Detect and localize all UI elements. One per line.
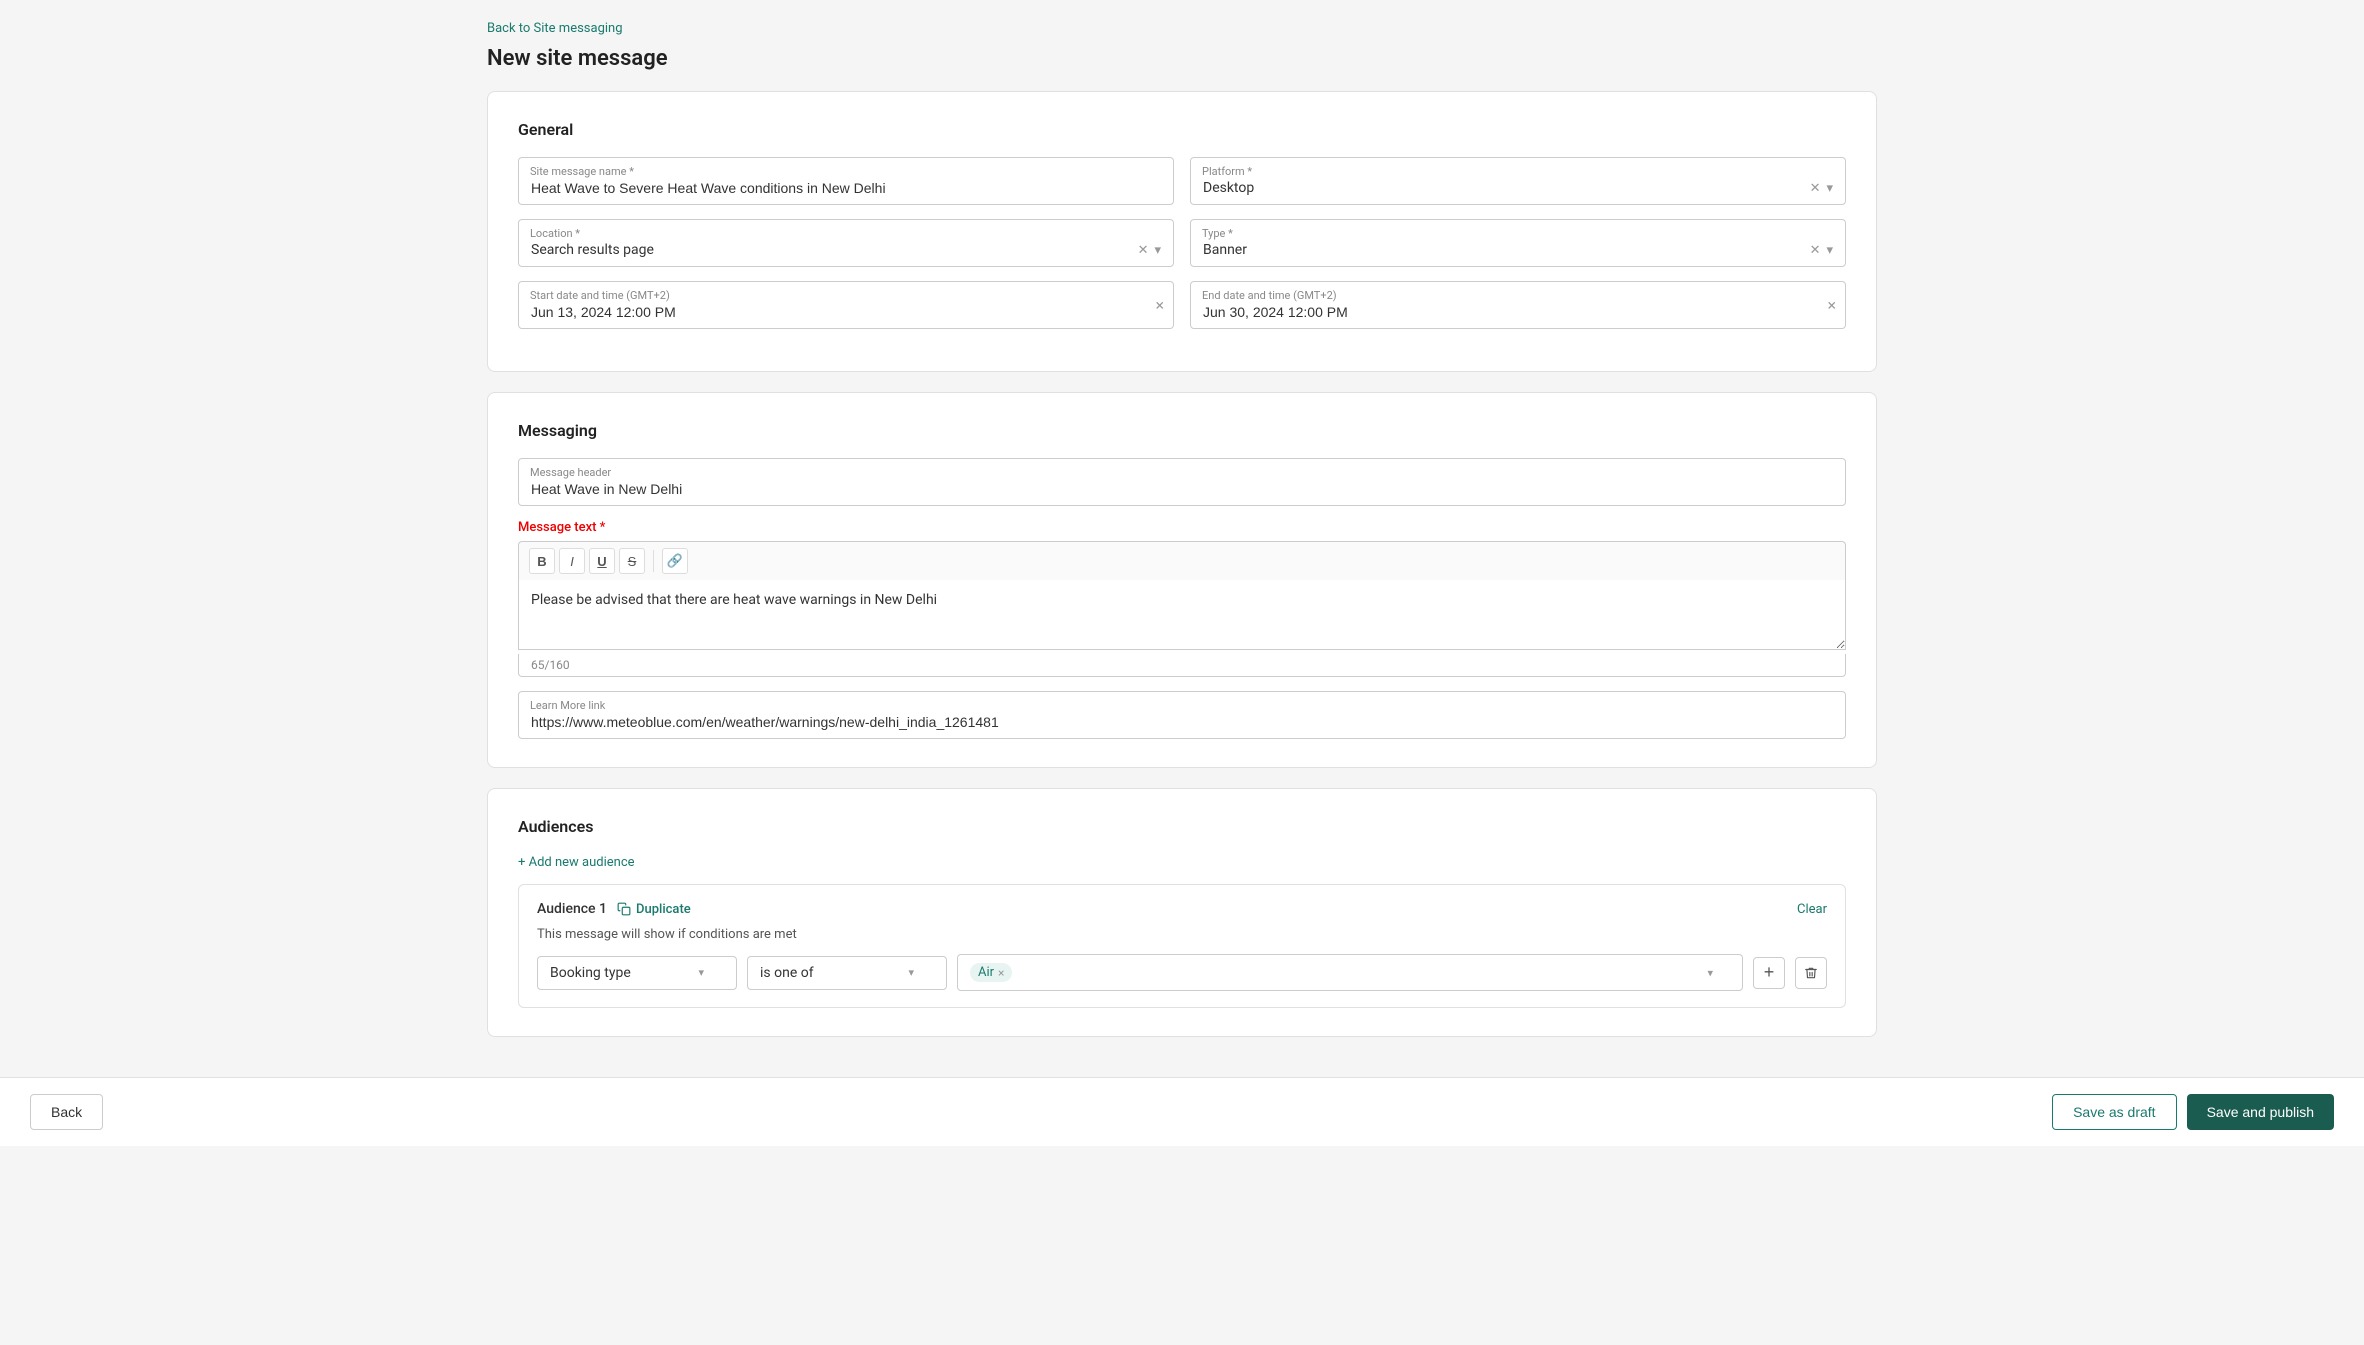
- condition-value-chevron-icon: ▾: [1707, 966, 1713, 979]
- condition-row: Booking type ▾ is one of ▾ Air: [537, 954, 1827, 991]
- add-condition-button[interactable]: +: [1753, 957, 1785, 989]
- audiences-section-title: Audiences: [518, 817, 1846, 836]
- message-text-input[interactable]: Please be advised that there are heat wa…: [518, 580, 1846, 650]
- end-date-clear-icon[interactable]: ×: [1827, 296, 1836, 315]
- booking-type-select[interactable]: Booking type ▾: [537, 956, 737, 990]
- back-to-site-messaging-link[interactable]: Back to Site messaging: [487, 21, 623, 36]
- save-draft-button[interactable]: Save as draft: [2052, 1094, 2177, 1130]
- operator-select[interactable]: is one of ▾: [747, 956, 947, 990]
- end-date-input[interactable]: [1190, 281, 1846, 329]
- location-value: Search results page: [531, 242, 1138, 258]
- location-field: Location * Search results page ✕ ▾: [518, 219, 1174, 267]
- type-select[interactable]: Banner ✕ ▾: [1190, 219, 1846, 267]
- site-message-name-input[interactable]: [518, 157, 1174, 205]
- toolbar-divider: [653, 550, 654, 572]
- location-chevron-icon[interactable]: ▾: [1154, 243, 1161, 258]
- booking-type-chevron-icon: ▾: [690, 966, 704, 979]
- message-header-input[interactable]: [518, 458, 1846, 506]
- audience-1-title: Audience 1: [537, 901, 607, 917]
- italic-button[interactable]: I: [559, 548, 585, 574]
- messaging-section-title: Messaging: [518, 421, 1846, 440]
- delete-condition-button[interactable]: [1795, 957, 1827, 989]
- link-button[interactable]: 🔗: [662, 548, 688, 574]
- platform-value: Desktop: [1203, 180, 1810, 196]
- type-clear-icon[interactable]: ✕: [1810, 243, 1821, 258]
- location-select[interactable]: Search results page ✕ ▾: [518, 219, 1174, 267]
- rich-text-toolbar: B I U S 🔗: [518, 541, 1846, 580]
- trash-icon: [1804, 966, 1818, 980]
- start-date-clear-icon[interactable]: ×: [1155, 296, 1164, 315]
- condition-value-select[interactable]: Air ×: [957, 954, 1743, 991]
- platform-select[interactable]: Desktop ✕ ▾: [1190, 157, 1846, 205]
- message-text-label: Message text *: [518, 520, 1846, 535]
- booking-type-label: Booking type: [550, 965, 631, 981]
- type-chevron-icon[interactable]: ▾: [1826, 243, 1833, 258]
- learn-more-input[interactable]: [518, 691, 1846, 739]
- back-button[interactable]: Back: [30, 1094, 103, 1130]
- general-section-title: General: [518, 120, 1846, 139]
- end-date-field: End date and time (GMT+2) ×: [1190, 281, 1846, 329]
- save-publish-button[interactable]: Save and publish: [2187, 1094, 2334, 1130]
- page-title: New site message: [487, 46, 1877, 71]
- strikethrough-button[interactable]: S: [619, 548, 645, 574]
- start-date-input[interactable]: [518, 281, 1174, 329]
- operator-label: is one of: [760, 965, 814, 981]
- location-clear-icon[interactable]: ✕: [1138, 243, 1149, 258]
- air-tag: Air ×: [970, 963, 1012, 982]
- air-tag-remove[interactable]: ×: [998, 966, 1004, 980]
- duplicate-button[interactable]: Duplicate: [617, 902, 691, 917]
- add-audience-link[interactable]: + Add new audience: [518, 855, 635, 870]
- condition-value-field: Air × ▾: [957, 954, 1743, 991]
- site-message-name-field: Site message name *: [518, 157, 1174, 205]
- underline-button[interactable]: U: [589, 548, 615, 574]
- type-field: Type * Banner ✕ ▾: [1190, 219, 1846, 267]
- type-value: Banner: [1203, 242, 1810, 258]
- audience-condition-text: This message will show if conditions are…: [537, 927, 1827, 942]
- platform-field: Platform * Desktop ✕ ▾: [1190, 157, 1846, 205]
- platform-clear-icon[interactable]: ✕: [1810, 181, 1821, 196]
- char-count: 65/160: [518, 654, 1846, 677]
- footer-right: Save as draft Save and publish: [2052, 1094, 2334, 1130]
- footer-bar: Back Save as draft Save and publish: [0, 1077, 2364, 1146]
- start-date-field: Start date and time (GMT+2) ×: [518, 281, 1174, 329]
- duplicate-icon: [617, 902, 631, 916]
- platform-chevron-icon[interactable]: ▾: [1826, 181, 1833, 196]
- audience-clear-button[interactable]: Clear: [1797, 902, 1827, 917]
- audience-1-card: Audience 1 Duplicate Clear This message …: [518, 884, 1846, 1008]
- operator-chevron-icon: ▾: [900, 966, 914, 979]
- bold-button[interactable]: B: [529, 548, 555, 574]
